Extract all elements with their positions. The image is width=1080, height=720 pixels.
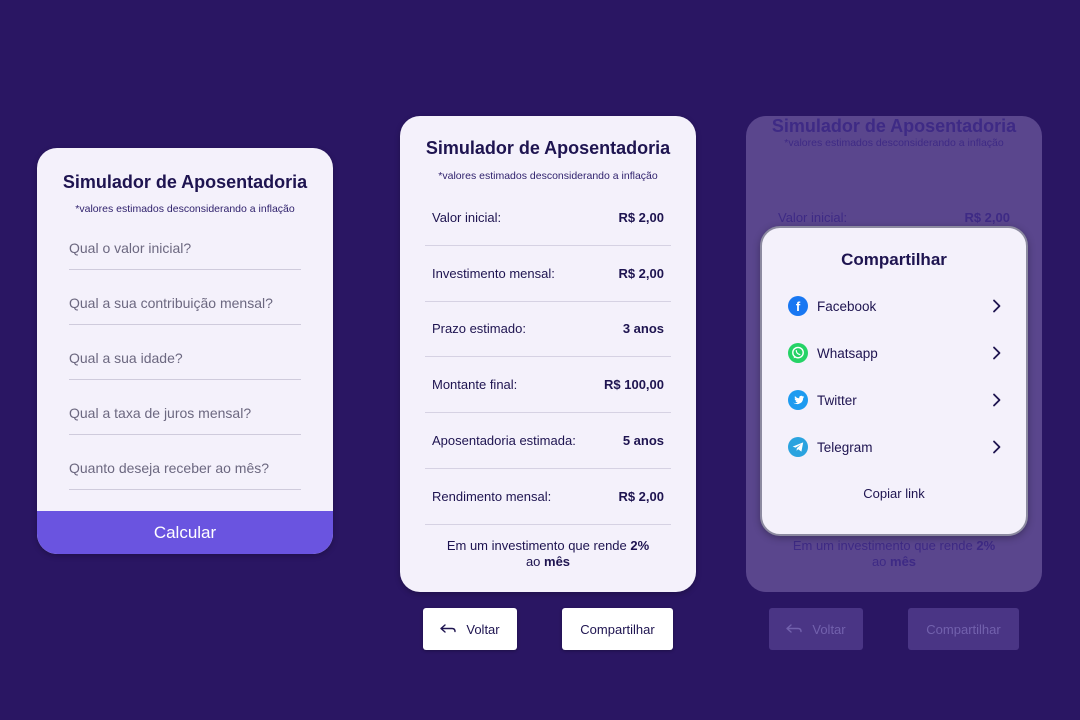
share-item-telegram[interactable]: Telegram [788, 435, 1002, 459]
result-row-label: Investimento mensal: [432, 265, 555, 281]
result-row-label: Montante final: [432, 377, 518, 393]
dimmed-rate-note: Em um investimento que rende 2% ao mês [776, 538, 1012, 570]
result-row-value: 5 anos [622, 433, 664, 449]
svg-text:f: f [796, 299, 801, 314]
dimmed-back-button-label: Voltar [812, 621, 846, 637]
dimmed-back-button: Voltar [769, 608, 863, 650]
dimmed-rate-note-mid: ao [871, 554, 891, 569]
result-row-label: Valor inicial: [432, 209, 502, 225]
dimmed-result-row-label: Valor inicial: [778, 209, 848, 225]
dimmed-rate-note-prefix: Em um investimento que rende [792, 538, 977, 553]
monthly-contribution-input[interactable] [69, 287, 301, 311]
share-item-label: Whatsapp [817, 345, 878, 361]
back-arrow-icon [440, 624, 457, 634]
share-item-twitter[interactable]: Twitter [788, 388, 1002, 412]
result-row-initial-value: Valor inicial: R$ 2,00 [425, 190, 671, 246]
simulator-form-card: Simulador de Aposentadoria *valores esti… [37, 148, 333, 554]
dimmed-share-button: Compartilhar [908, 608, 1019, 650]
share-modal: Compartilhar f Facebook Whatsapp Twitter [760, 226, 1028, 536]
result-row-label: Prazo estimado: [432, 321, 526, 337]
form-subtitle: *valores estimados desconsiderando a inf… [75, 203, 295, 215]
whatsapp-icon [788, 343, 808, 363]
desired-income-field [69, 452, 301, 490]
chevron-right-icon [992, 346, 1002, 360]
share-item-whatsapp[interactable]: Whatsapp [788, 341, 1002, 365]
result-row-value: R$ 2,00 [618, 209, 664, 225]
result-row-label: Rendimento mensal: [432, 488, 552, 504]
desired-income-input[interactable] [69, 452, 301, 476]
back-button-label: Voltar [466, 621, 500, 637]
result-row-final-amount: Montante final: R$ 100,00 [425, 357, 671, 414]
result-list: Valor inicial: R$ 2,00 Investimento mens… [425, 190, 671, 525]
interest-rate-input[interactable] [69, 397, 301, 421]
result-row-estimated-retirement: Aposentadoria estimada: 5 anos [425, 413, 671, 469]
telegram-icon [788, 437, 808, 457]
twitter-icon [788, 390, 808, 410]
copy-link-button[interactable]: Copiar link [762, 486, 1026, 501]
age-field [69, 342, 301, 380]
calculate-button[interactable]: Calcular [37, 511, 333, 554]
dimmed-result-title: Simulador de Aposentadoria [771, 116, 1017, 136]
form-title: Simulador de Aposentadoria [62, 172, 308, 192]
result-card: Simulador de Aposentadoria *valores esti… [400, 116, 696, 592]
initial-value-field [69, 232, 301, 270]
result-row-value: R$ 100,00 [604, 377, 664, 393]
result-row-estimated-term: Prazo estimado: 3 anos [425, 302, 671, 358]
result-row-label: Aposentadoria estimada: [432, 433, 576, 449]
chevron-right-icon [992, 393, 1002, 407]
dimmed-result-subtitle: *valores estimados desconsiderando a inf… [784, 137, 1004, 149]
dimmed-rate-note-rate: 2% [976, 538, 996, 553]
share-modal-title: Compartilhar [841, 250, 947, 269]
rate-note-rate: 2% [630, 538, 650, 553]
result-row-monthly-income: Rendimento mensal: R$ 2,00 [425, 469, 671, 525]
dimmed-result-row-value: R$ 2,00 [964, 209, 1010, 225]
share-item-label: Twitter [817, 392, 857, 408]
rate-note-prefix: Em um investimento que rende [446, 538, 631, 553]
dimmed-back-arrow-icon [786, 624, 803, 634]
share-button[interactable]: Compartilhar [562, 608, 673, 650]
result-title: Simulador de Aposentadoria [425, 138, 671, 158]
result-row-monthly-investment: Investimento mensal: R$ 2,00 [425, 246, 671, 302]
monthly-contribution-field [69, 287, 301, 325]
rate-note-mid: ao [525, 554, 545, 569]
facebook-icon: f [788, 296, 808, 316]
result-subtitle: *valores estimados desconsiderando a inf… [438, 170, 658, 182]
initial-value-input[interactable] [69, 232, 301, 256]
share-item-label: Facebook [817, 298, 877, 314]
rate-note-period: mês [544, 554, 571, 569]
share-item-facebook[interactable]: f Facebook [788, 294, 1002, 318]
result-row-value: R$ 2,00 [618, 488, 664, 504]
result-row-value: R$ 2,00 [618, 265, 664, 281]
chevron-right-icon [992, 440, 1002, 454]
back-button[interactable]: Voltar [423, 608, 517, 650]
chevron-right-icon [992, 299, 1002, 313]
share-item-label: Telegram [817, 439, 873, 455]
share-button-label: Compartilhar [580, 621, 655, 637]
result-row-value: 3 anos [622, 321, 664, 337]
rate-note: Em um investimento que rende 2% ao mês [430, 538, 666, 570]
age-input[interactable] [69, 342, 301, 366]
interest-rate-field [69, 397, 301, 435]
dimmed-share-button-label: Compartilhar [926, 621, 1001, 637]
dimmed-rate-note-period: mês [890, 554, 917, 569]
